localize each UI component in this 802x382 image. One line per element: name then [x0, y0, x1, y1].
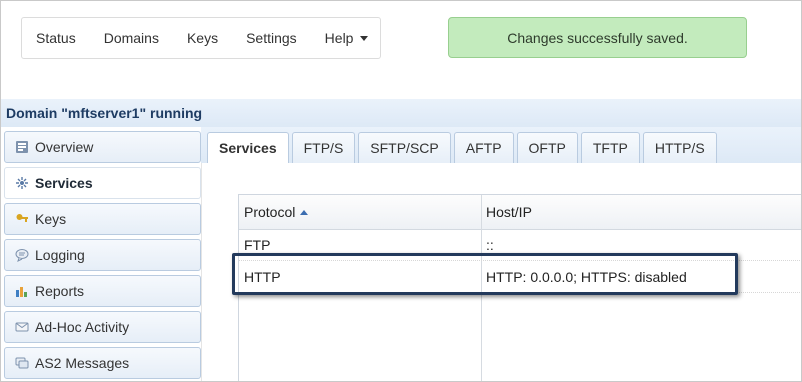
app-window: Status Domains Keys Settings Help Change…	[0, 0, 802, 382]
sidebar-item-logging[interactable]: Logging	[4, 239, 201, 271]
domain-sidebar: Overview Services Keys Logging Reports A…	[4, 131, 201, 381]
sidebar-item-overview[interactable]: Overview	[4, 131, 201, 163]
column-header-host[interactable]: Host/IP	[486, 195, 532, 229]
nav-keys[interactable]: Keys	[173, 30, 232, 46]
tab-oftp[interactable]: OFTP	[516, 132, 578, 163]
sidebar-item-adhoc-activity[interactable]: Ad-Hoc Activity	[4, 311, 201, 343]
success-alert: Changes successfully saved.	[448, 17, 747, 58]
overview-icon	[15, 140, 29, 154]
tab-tftp[interactable]: TFTP	[580, 132, 640, 163]
tab-sftp-scp[interactable]: SFTP/SCP	[358, 132, 451, 163]
sidebar-item-label: Overview	[35, 139, 94, 155]
nav-settings[interactable]: Settings	[232, 30, 311, 46]
logging-icon	[15, 248, 29, 262]
top-navigation: Status Domains Keys Settings Help	[21, 17, 381, 59]
highlight-callout	[232, 253, 738, 295]
sidebar-item-keys[interactable]: Keys	[4, 203, 201, 235]
tab-https[interactable]: HTTP/S	[642, 132, 717, 163]
sidebar-item-label: Reports	[35, 283, 85, 299]
sort-ascending-icon	[300, 209, 309, 215]
sidebar-item-label: AS2 Messages	[35, 355, 130, 371]
services-icon	[15, 176, 29, 190]
nav-domains[interactable]: Domains	[90, 30, 173, 46]
nav-status[interactable]: Status	[22, 30, 90, 46]
nav-help-label: Help	[324, 30, 354, 46]
domain-title: Domain "mftserver1" running	[1, 99, 801, 127]
sidebar-item-label: Services	[35, 175, 93, 191]
keys-icon	[15, 212, 29, 226]
chevron-down-icon	[360, 35, 369, 41]
sidebar-item-as2-messages[interactable]: AS2 Messages	[4, 347, 201, 379]
envelope-icon	[15, 320, 29, 334]
tab-aftp[interactable]: AFTP	[453, 132, 514, 163]
tab-ftps[interactable]: FTP/S	[291, 132, 356, 163]
protocol-tabs: Services FTP/S SFTP/SCP AFTP OFTP TFTP H…	[207, 132, 720, 164]
sidebar-item-reports[interactable]: Reports	[4, 275, 201, 307]
as2-icon	[15, 356, 29, 370]
column-header-protocol[interactable]: Protocol	[244, 195, 309, 229]
sidebar-item-label: Ad-Hoc Activity	[35, 319, 130, 335]
column-header-protocol-label: Protocol	[244, 204, 296, 220]
sidebar-item-label: Logging	[35, 247, 85, 263]
tab-services[interactable]: Services	[207, 132, 289, 164]
nav-help[interactable]: Help	[311, 30, 383, 46]
reports-icon	[15, 284, 29, 298]
alert-text: Changes successfully saved.	[507, 29, 688, 46]
sidebar-item-services[interactable]: Services	[4, 167, 201, 199]
sidebar-item-label: Keys	[35, 211, 67, 227]
grid-header: Protocol Host/IP	[239, 195, 801, 230]
